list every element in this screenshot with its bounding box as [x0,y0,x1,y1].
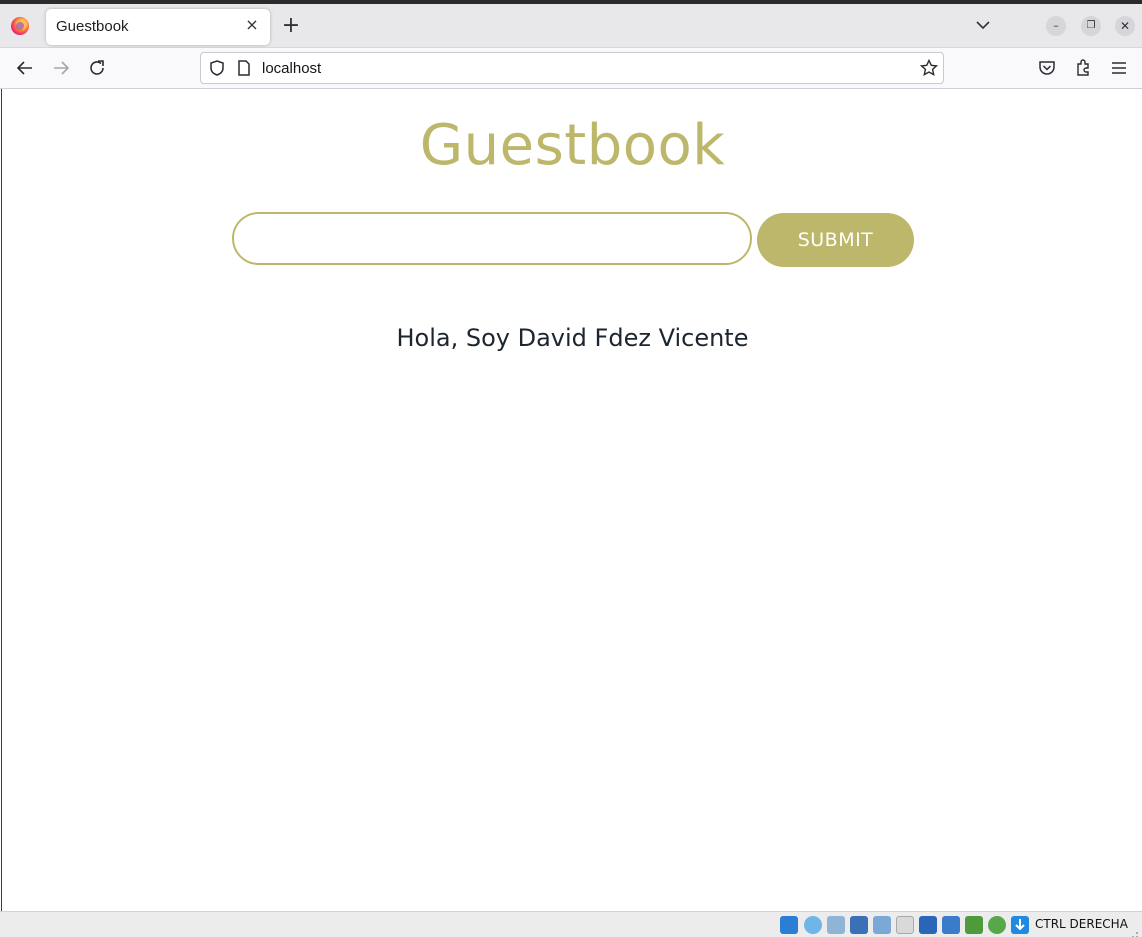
shared-folders-icon[interactable] [896,916,914,934]
guestbook-input[interactable] [232,212,752,265]
vm-status-bar: CTRL DERECHA [0,911,1142,937]
extensions-icon[interactable] [1072,57,1094,79]
tab-list-chevron-icon[interactable] [972,14,994,36]
page-title: Guestbook [419,113,726,178]
guestbook-entry: Hola, Soy David Fdez Vicente [396,324,749,352]
tab-close-icon[interactable]: × [242,15,262,35]
display-icon[interactable] [919,916,937,934]
page-icon[interactable] [235,58,253,78]
page-content: Guestbook SUBMIT Hola, Soy David Fdez Vi… [1,89,1142,911]
submit-button[interactable]: SUBMIT [757,213,914,267]
navigation-bar: localhost [0,48,1142,89]
back-arrow-icon[interactable] [14,57,36,79]
reload-icon[interactable] [86,57,108,79]
shield-icon[interactable] [207,58,227,78]
restore-button[interactable]: ❐ [1081,16,1101,36]
pocket-icon[interactable] [1036,57,1058,79]
hard-disk-icon[interactable] [780,916,798,934]
keyboard-capture-icon[interactable] [1011,916,1029,934]
optical-drive-icon[interactable] [804,916,822,934]
firefox-icon[interactable] [11,17,29,35]
globe-icon[interactable] [988,916,1006,934]
network-icon[interactable] [850,916,868,934]
tab-title: Guestbook [56,18,129,35]
video-capture-icon[interactable] [942,916,960,934]
minimize-button[interactable]: – [1046,16,1066,36]
close-window-button[interactable]: ✕ [1115,16,1135,36]
mouse-integration-icon[interactable] [965,916,983,934]
resize-grip-icon[interactable] [1129,924,1139,937]
audio-icon[interactable] [827,916,845,934]
host-key-label: CTRL DERECHA [1035,917,1128,931]
forward-arrow-icon[interactable] [50,57,72,79]
new-tab-button[interactable]: + [280,15,302,37]
usb-icon[interactable] [873,916,891,934]
tab-guestbook[interactable]: Guestbook × [46,9,270,45]
bookmark-star-icon[interactable] [919,58,939,78]
url-text[interactable]: localhost [262,60,321,77]
menu-hamburger-icon[interactable] [1108,57,1130,79]
url-bar[interactable]: localhost [200,52,944,84]
tab-strip: Guestbook × + – ❐ ✕ [0,4,1142,48]
